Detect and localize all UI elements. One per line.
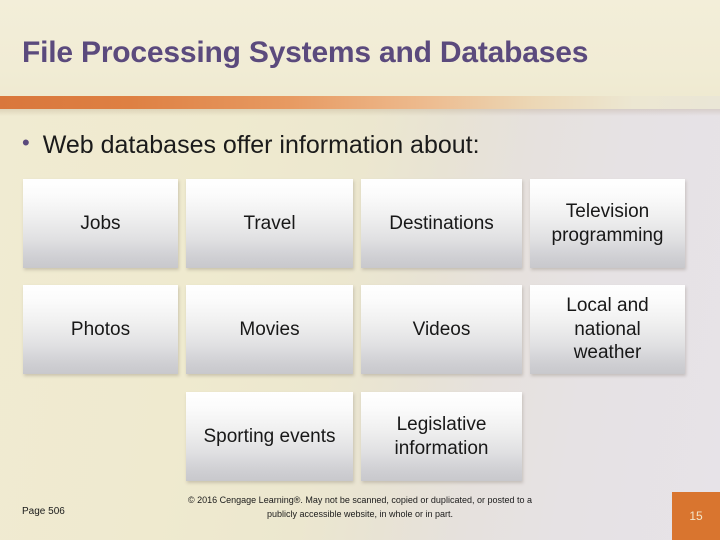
- category-box-label: Legislative information: [394, 413, 489, 459]
- category-box-label: Travel: [243, 212, 296, 234]
- bullet-text: Web databases offer information about:: [42, 131, 480, 159]
- category-box-label: Sporting events: [203, 425, 336, 447]
- category-box-label: Videos: [412, 318, 471, 340]
- category-box: Television programming: [530, 179, 685, 268]
- accent-divider: [0, 96, 720, 109]
- category-box-label: Local and national weather: [566, 294, 649, 364]
- category-box-label: Movies: [239, 318, 300, 340]
- category-box-label: Photos: [70, 318, 131, 340]
- category-box: Legislative information: [361, 392, 522, 481]
- bullet-line: • Web databases offer information about:: [22, 131, 480, 160]
- category-box: Sporting events: [186, 392, 353, 481]
- category-box: Local and national weather: [530, 285, 685, 374]
- slide-number-label: 15: [689, 509, 703, 523]
- copyright-notice: © 2016 Cengage Learning®. May not be sca…: [188, 495, 532, 519]
- category-box: Travel: [186, 179, 353, 268]
- category-box: Destinations: [361, 179, 522, 268]
- page-title: File Processing Systems and Databases: [22, 36, 589, 69]
- accent-divider-shadow: [0, 109, 720, 116]
- category-box: Photos: [23, 285, 178, 374]
- slide-canvas: File Processing Systems and Databases • …: [0, 0, 720, 540]
- category-box-label: Television programming: [551, 200, 664, 246]
- category-box: Movies: [186, 285, 353, 374]
- category-box-label: Destinations: [389, 212, 494, 234]
- slide-number-badge: 15: [672, 492, 720, 540]
- page-reference: Page 506: [22, 506, 65, 517]
- bullet-point-icon: •: [22, 130, 30, 155]
- category-box: Jobs: [23, 179, 178, 268]
- category-box: Videos: [361, 285, 522, 374]
- category-box-label: Jobs: [80, 212, 121, 234]
